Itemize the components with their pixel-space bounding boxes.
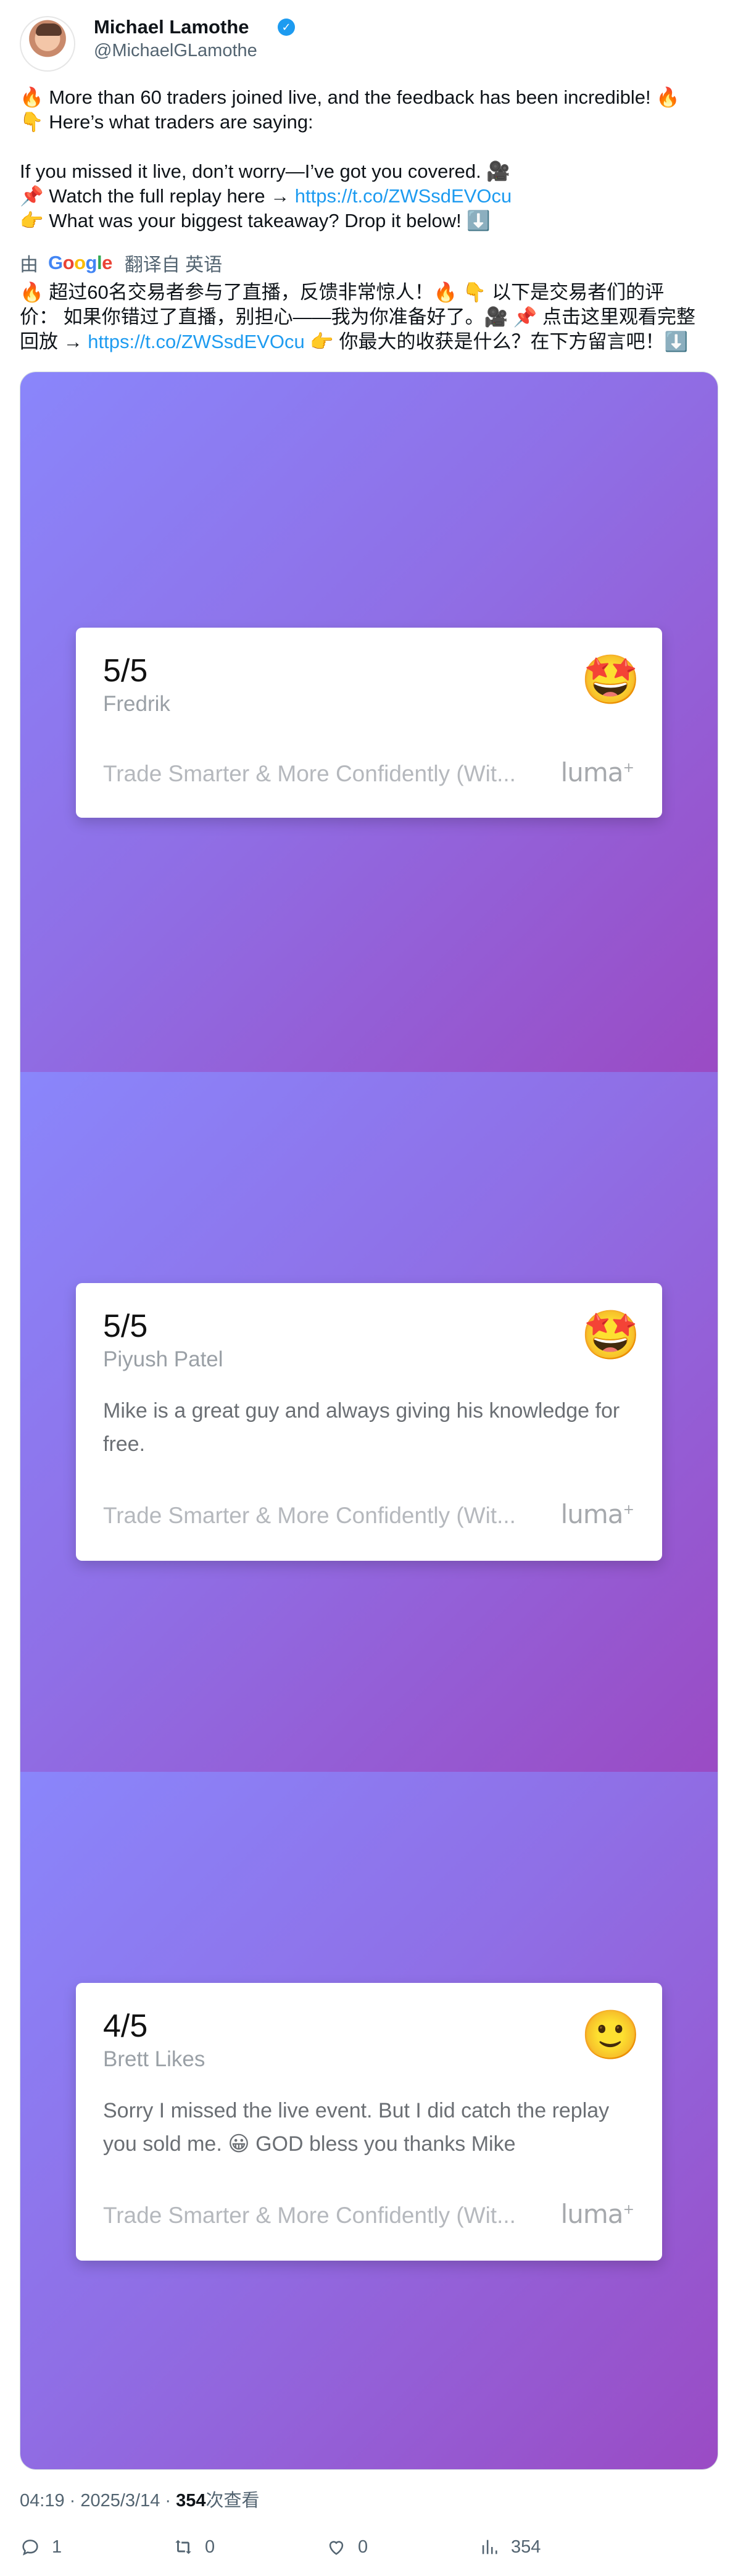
google-logo: Google — [48, 252, 112, 273]
event-title: Trade Smarter & More Confidently (Wit... — [103, 2203, 516, 2228]
view-count: 354 — [176, 2491, 206, 2511]
like-count: 0 — [358, 2537, 368, 2557]
review-rating: 5/5 — [103, 653, 148, 689]
media-image[interactable]: 4/5 Brett Likes 🙂 Sorry I missed the liv… — [20, 1772, 718, 2469]
event-title: Trade Smarter & More Confidently (Wit... — [103, 1503, 516, 1528]
avatar[interactable] — [20, 16, 75, 72]
views-icon — [482, 2540, 497, 2554]
translation-text: 🔥 超过60名交易者参与了直播，反馈非常惊人！🔥 👇 以下是交易者们的评 价： … — [20, 280, 723, 354]
views-button[interactable]: 354 — [479, 2537, 541, 2557]
tweet-line: 👉 What was your biggest takeaway? Drop i… — [20, 210, 491, 231]
review-rating: 5/5 — [103, 1308, 148, 1344]
repost-count: 0 — [205, 2537, 215, 2557]
tweet-line: 🔥 More than 60 traders joined live, and … — [20, 86, 680, 108]
review-comment: Sorry I missed the live event. But I did… — [103, 2099, 610, 2156]
reply-button[interactable]: 1 — [20, 2537, 62, 2557]
tweet-text: 🔥 More than 60 traders joined live, and … — [20, 85, 718, 233]
reviewer-name: Fredrik — [103, 692, 170, 716]
luma-logo-text: luma — [560, 1499, 624, 1529]
translation-text-part: 👉 你最大的收获是什么？在下方留言吧！⬇️ — [304, 331, 689, 352]
luma-logo-text: luma — [560, 757, 624, 787]
luma-logo: luma+ — [560, 757, 634, 787]
repost-button[interactable]: 0 — [173, 2537, 215, 2557]
like-icon — [329, 2541, 344, 2555]
user-handle[interactable]: @MichaelGLamothe — [94, 41, 257, 61]
user-name[interactable]: Michael Lamothe — [94, 16, 249, 38]
tweet-timestamp[interactable]: 04:19 · 2025/3/14 · — [20, 2491, 176, 2511]
reply-count: 1 — [52, 2537, 62, 2557]
tweet-line: If you missed it live, don’t worry—I’ve … — [20, 160, 510, 182]
action-bar: 1 0 0 354 — [20, 2537, 718, 2561]
repost-icon — [175, 2540, 191, 2554]
reviewer-name: Brett Likes — [103, 2047, 205, 2071]
like-button[interactable]: 0 — [326, 2537, 368, 2557]
event-title: Trade Smarter & More Confidently (Wit... — [103, 761, 516, 786]
verified-badge-icon: ✓ — [278, 19, 295, 36]
media-image[interactable]: 5/5 Fredrik 🤩 Trade Smarter & More Confi… — [20, 372, 718, 1072]
media-image[interactable]: 5/5 Piyush Patel 🤩 Mike is a great guy a… — [20, 1072, 718, 1772]
luma-logo: luma+ — [560, 1499, 634, 1529]
star-struck-emoji-icon: 🤩 — [581, 1308, 641, 1362]
translation-text-part: 回放 → — [20, 331, 88, 352]
replay-link[interactable]: https://t.co/ZWSsdEVOcu — [295, 185, 512, 207]
translation-line: 回放 → https://t.co/ZWSsdEVOcu 👉 你最大的收获是什么… — [20, 330, 723, 354]
review-card: 4/5 Brett Likes 🙂 Sorry I missed the liv… — [76, 1983, 662, 2261]
review-card: 5/5 Piyush Patel 🤩 Mike is a great guy a… — [76, 1283, 662, 1561]
reply-icon — [22, 2540, 38, 2556]
translated-by-label: 由 — [20, 255, 38, 275]
translated-from-label: 翻译自 英语 — [124, 255, 223, 275]
review-rating: 4/5 — [103, 2008, 148, 2044]
translation-replay-link[interactable]: https://t.co/ZWSsdEVOcu — [88, 331, 304, 352]
tweet-meta: 04:19 · 2025/3/14 · 354次查看 — [20, 2486, 260, 2512]
translation-line: 🔥 超过60名交易者参与了直播，反馈非常惊人！🔥 👇 以下是交易者们的评 — [20, 281, 665, 303]
views-count: 354 — [511, 2537, 541, 2557]
tweet-line: 👇 Here’s what traders are saying: — [20, 111, 313, 133]
star-struck-emoji-icon: 🤩 — [581, 652, 641, 707]
translation-line: 价： 如果你错过了直播，别担心——我为你准备好了。🎥 📌 点击这里观看完整 — [20, 306, 696, 328]
review-comment: Mike is a great guy and always giving hi… — [103, 1399, 620, 1456]
reviewer-name: Piyush Patel — [103, 1347, 223, 1371]
luma-logo-text: luma — [560, 2199, 624, 2229]
smiling-face-emoji-icon: 🙂 — [581, 2008, 641, 2062]
tweet-header: Michael Lamothe ✓ @MichaelGLamothe — [20, 16, 718, 75]
review-card: 5/5 Fredrik 🤩 Trade Smarter & More Confi… — [76, 628, 662, 818]
luma-logo: luma+ — [560, 2199, 634, 2229]
tweet-line: 📌 Watch the full replay here → https://t… — [20, 184, 718, 209]
translation-bar[interactable]: 由 Google 翻译自 英语 — [20, 251, 222, 275]
tweet-media[interactable]: 5/5 Fredrik 🤩 Trade Smarter & More Confi… — [20, 372, 718, 2470]
views-label: 次查看 — [205, 2491, 260, 2511]
tweet-line-text: 📌 Watch the full replay here → — [20, 185, 295, 207]
